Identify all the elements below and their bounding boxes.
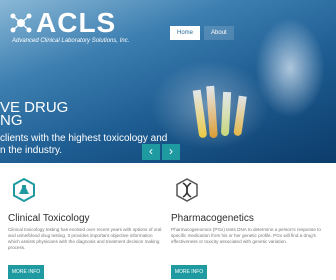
hero-glove-highlight [255,18,325,118]
slider-controls: ‹ › [142,144,180,160]
card-title: Clinical Toxicology [8,213,90,224]
card-description: Clinical toxicology testing has evolved … [8,227,162,250]
logo-wordmark: ACLS [36,7,117,38]
service-card-pharmacogenetics: Pharmacogenetics Pharmacogenomics (PGx) … [171,178,336,245]
more-info-button[interactable]: MORE INFO [8,265,44,279]
card-description: Pharmacogenomics (PGx) tests DNA to dete… [171,227,321,244]
nav-item-home[interactable]: Home [170,26,201,40]
logo-subtitle: Advanced Clinical Laboratory Solutions, … [12,38,130,44]
hexagon-flask-icon [13,177,35,203]
hero-banner: ACLS Advanced Clinical Laboratory Soluti… [0,0,336,163]
slider-next-button[interactable]: › [162,144,180,160]
site-logo[interactable]: ACLS [8,7,117,38]
dna-icon [176,178,198,202]
nav-item-about[interactable]: About [204,26,234,40]
card-title: Pharmacogenetics [171,213,254,224]
logo-molecule-icon [10,13,32,33]
more-info-button[interactable]: MORE INFO [171,265,207,279]
main-nav: Home About [170,26,234,40]
hero-headline-line2: NG [0,112,23,129]
slider-prev-button[interactable]: ‹ [142,144,160,160]
service-card-clinical-toxicology: Clinical Toxicology Clinical toxicology … [8,177,173,251]
